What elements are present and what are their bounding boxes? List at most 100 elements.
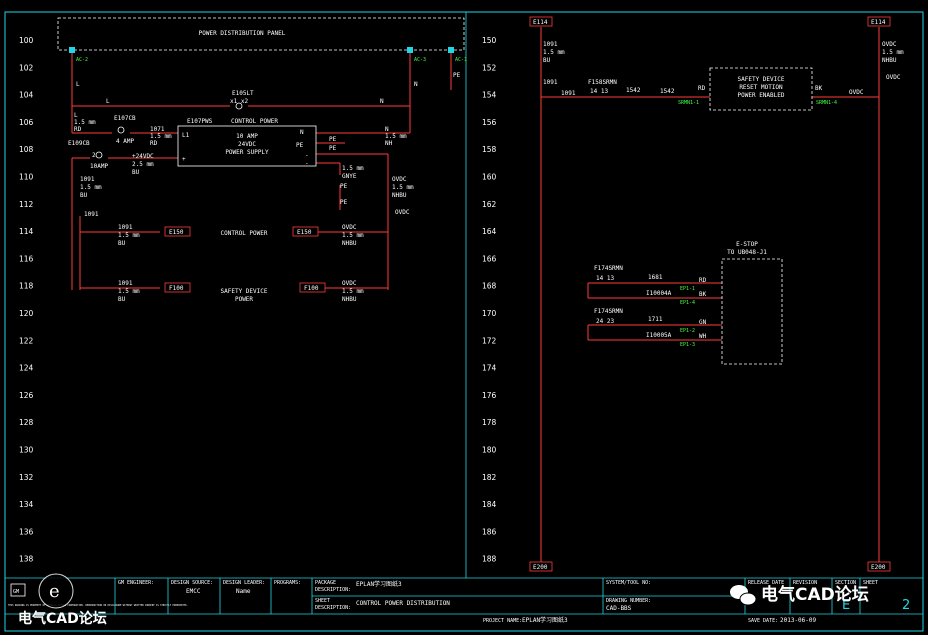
sheet-value: CONTROL POWER DISTRIBUTION (356, 600, 450, 607)
rung-number: 168 (482, 282, 497, 291)
rung-number: 124 (19, 364, 34, 373)
rung-number: 122 (19, 336, 34, 345)
rung-number: 120 (19, 309, 34, 318)
ovdc-a-size: 1.5 mm (392, 184, 414, 191)
rung-number: 188 (482, 555, 497, 564)
cp-w1: 1091 (118, 224, 133, 231)
wire-1071-color: RD (150, 140, 158, 147)
f174-b-tag: F174SRMN (594, 308, 623, 315)
ps-rating-2: 24VDC (238, 141, 256, 148)
ovdc-mid: OVDC (849, 89, 864, 96)
rd2: RD (699, 277, 707, 284)
rung-number: 138 (19, 555, 34, 564)
pe-out: PE (329, 136, 337, 143)
cp-w1-size: 1.5 mm (118, 232, 140, 239)
l-wire-color: BU (543, 57, 551, 64)
wire-l-size: 1.5 mm (74, 119, 96, 126)
f174-b-pins: 24 23 (596, 318, 614, 325)
ps-pin-pe: PE (296, 142, 304, 149)
wire-l: L (106, 98, 110, 105)
project-name-label: PROJECT NAME: (483, 618, 522, 624)
rung-number: 134 (19, 500, 34, 509)
schematic-sheet: 100 102 104 106 108 110 112 114 116 118 120 122 124 1… (0, 0, 928, 635)
w1091-a: 1091 (80, 176, 95, 183)
sd-ref-right[interactable]: F100 (304, 285, 319, 292)
design-leader-label: DESIGN LEADER: (223, 580, 265, 586)
breaker-e107cb-tag: E107CB (114, 115, 136, 122)
system-label: SYSTEM/TOOL NO: (606, 580, 651, 586)
ref-bottom-left[interactable]: E200 (533, 564, 548, 571)
outer-frame (4, 11, 924, 632)
watermark-corner: 电气CAD论坛 (18, 610, 107, 627)
schematic-drawing: 100 102 104 106 108 110 112 114 116 118 120 122 124 1… (4, 11, 924, 632)
gnye: GNYE (342, 173, 357, 180)
sd-w2-color: NHBU (342, 296, 357, 303)
copyright-text: THIS DRAWING IS PROPERTY OF GENERAL MOTO… (8, 604, 188, 607)
rung-number: 162 (482, 200, 497, 209)
breaker-e107cb-rating: 4 AMP (116, 138, 134, 145)
left-wiring (71, 50, 452, 290)
project-name-value: EPLAN学习图纸3 (522, 616, 568, 624)
panel-title: POWER DISTRIBUTION PANEL (199, 30, 286, 37)
n-wire: N (385, 126, 389, 133)
w1542a: 1542 (626, 87, 641, 94)
n-label: N (414, 81, 418, 88)
ref-top-right[interactable]: E114 (871, 19, 886, 26)
rung-number: 136 (19, 527, 34, 536)
bk2: BK (699, 291, 707, 298)
wire-1071-size: 1.5 mm (150, 133, 172, 140)
drawing-value: CAD-BBS (606, 605, 632, 612)
ref-bottom-right[interactable]: E200 (871, 564, 886, 571)
rung-number: 174 (482, 364, 497, 373)
rung-number: 180 (482, 446, 497, 455)
srmn-1: SRMN1-1 (678, 100, 699, 106)
terminal-ac2-marker (69, 47, 75, 53)
terminal-ac2-label: AC-2 (76, 57, 88, 63)
f174-a-tag: F174SRMN (594, 265, 623, 272)
cp-ref-right[interactable]: E150 (297, 229, 312, 236)
rung-number: 108 (19, 145, 34, 154)
rung-number: 152 (482, 63, 497, 72)
rung-number: 170 (482, 309, 497, 318)
sheet-desc-label: DESCRIPTION: (315, 605, 351, 611)
rung-number: 100 (19, 36, 34, 45)
n-wire-size: 1.5 mm (385, 133, 407, 140)
cp-w2-color: NHBU (342, 240, 357, 247)
relay-tag: F158SRMN (588, 79, 617, 86)
watermark-wechat: 电气CAD论坛 (761, 584, 869, 605)
cp-ref-left[interactable]: E150 (169, 229, 184, 236)
rung-number: 156 (482, 118, 497, 127)
bk: BK (815, 85, 823, 92)
breaker-e107cb-symbol (117, 126, 125, 134)
wh: WH (699, 333, 707, 340)
wire-l-color: RD (74, 126, 82, 133)
ps-pin-n: N (300, 129, 304, 136)
rd: RD (698, 85, 706, 92)
rung-number: 116 (19, 254, 34, 263)
gm-engineer-label: GM ENGINEER: (118, 580, 154, 586)
gn: GN (699, 319, 707, 326)
cp-w2: OVDC (342, 224, 357, 231)
rung-number: 114 (19, 227, 34, 236)
rung-number: 172 (482, 336, 497, 345)
ep1-2: EP1-2 (680, 328, 695, 334)
ps-pin-minus-2: - (305, 160, 309, 167)
sd-ref-left[interactable]: F100 (169, 285, 184, 292)
l-label: L (76, 81, 80, 88)
w1711: 1711 (648, 316, 663, 323)
ovdc-a: OVDC (392, 176, 407, 183)
sd-w1-color: BU (118, 296, 126, 303)
sd-box-2: RESET MOTION (739, 84, 783, 91)
w1091: 1091 (543, 79, 558, 86)
ps-title: CONTROL POWER (231, 118, 278, 125)
gnye-size: 1.5 mm (342, 165, 364, 172)
watermark-logo-glyph: e (49, 581, 60, 602)
rung-number: 130 (19, 446, 34, 455)
estop-box (721, 258, 783, 365)
rung-number: 104 (19, 91, 34, 100)
r-wire-size: 1.5 mm (882, 49, 904, 56)
ps-tag: E107PWS (187, 118, 213, 125)
rung-number: 160 (482, 173, 497, 182)
ref-top-left[interactable]: E114 (533, 19, 548, 26)
rung-number: 176 (482, 391, 497, 400)
